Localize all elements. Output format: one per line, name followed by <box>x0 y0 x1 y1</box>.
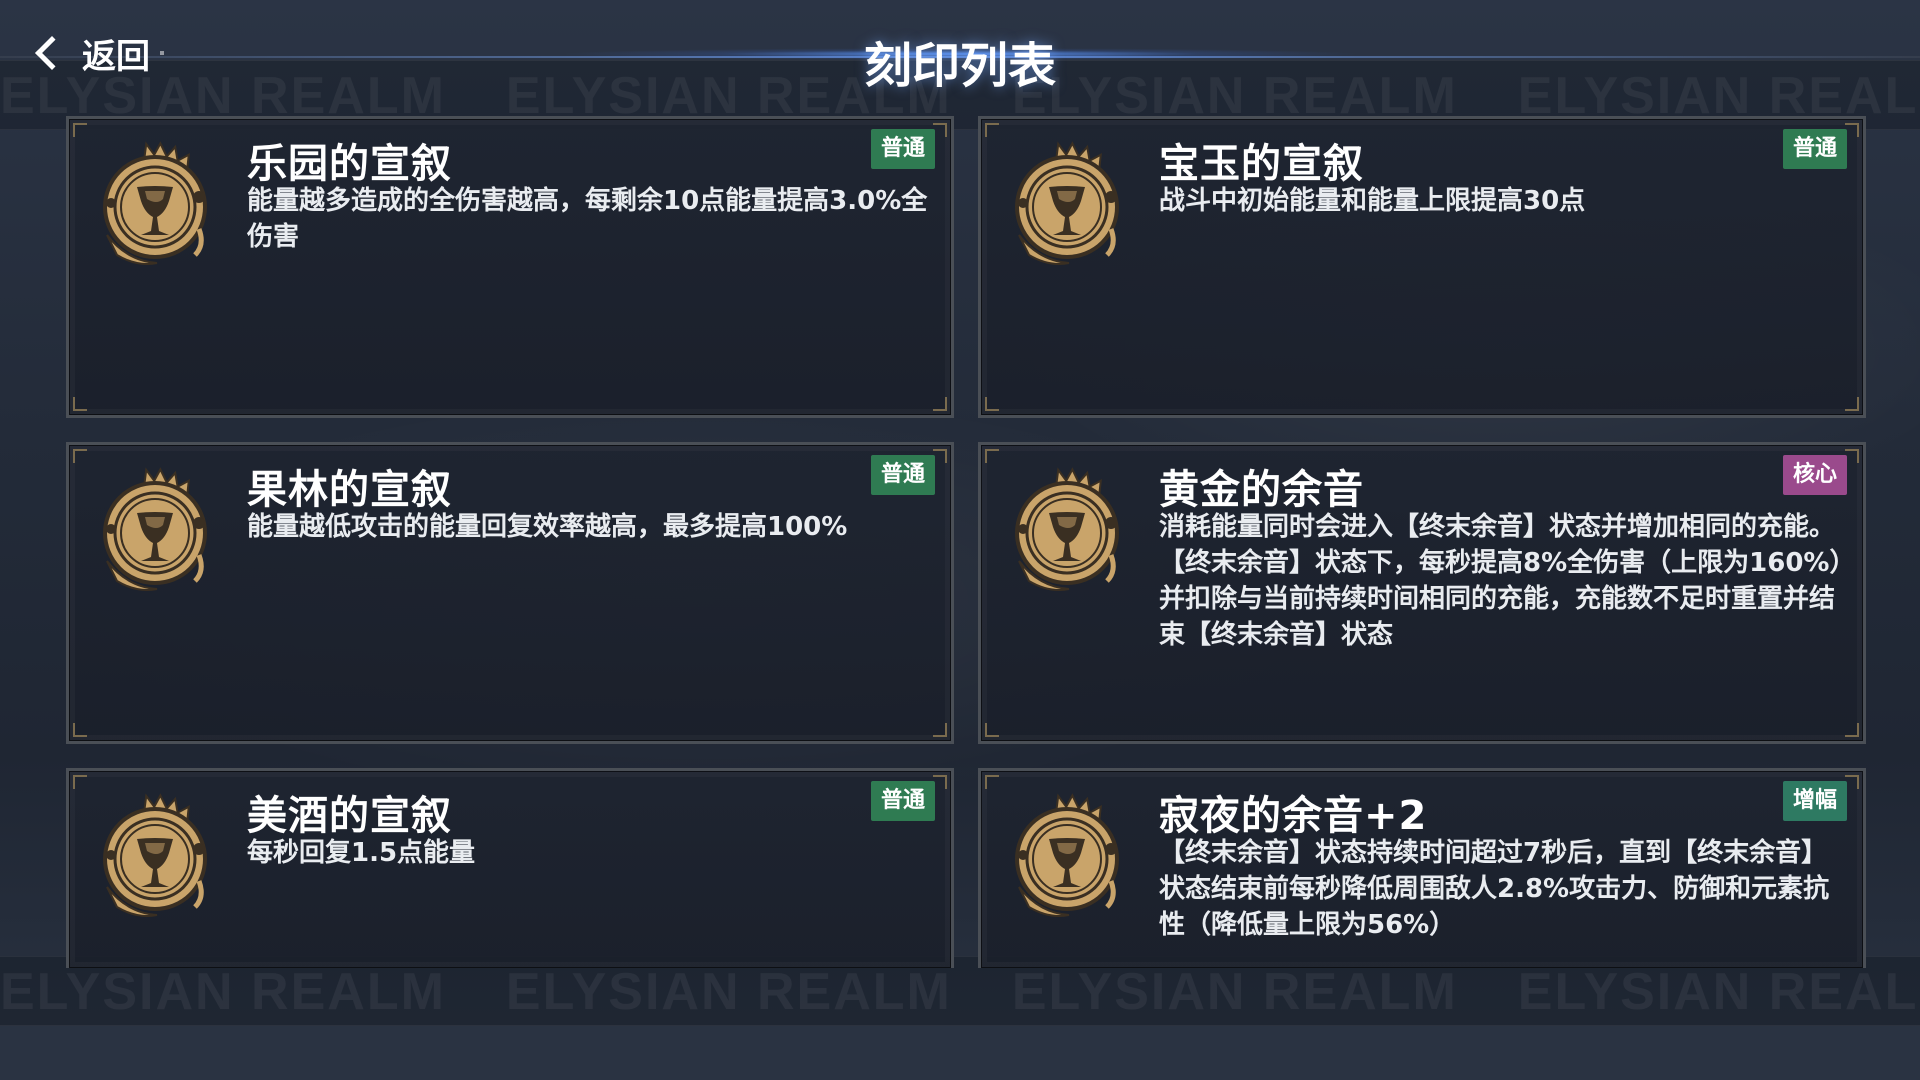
card-corner <box>933 397 947 411</box>
card-corner <box>1845 723 1859 737</box>
rarity-badge: 增幅 <box>1782 781 1847 821</box>
rarity-badge: 普通 <box>1782 129 1847 169</box>
stigma-description: 能量越多造成的全伤害越高，每剩余10点能量提高3.0%全伤害 <box>247 186 928 252</box>
stigma-description: 战斗中初始能量和能量上限提高30点 <box>1159 186 1586 216</box>
card-corner <box>985 723 999 737</box>
card-corner <box>1845 397 1859 411</box>
stigma-card[interactable]: 宝玉的宣叙 普通 战斗中初始能量和能量上限提高30点 <box>978 116 1866 418</box>
card-corner <box>933 123 947 137</box>
stigma-card[interactable]: 黄金的余音 核心 消耗能量同时会进入【终末余音】状态并增加相同的充能。【终末余音… <box>978 442 1866 744</box>
card-corner <box>985 449 999 463</box>
stigma-title: 黄金的余音 <box>1159 467 1364 513</box>
card-corner <box>933 449 947 463</box>
stigma-card[interactable]: 寂夜的余音+2 增幅 【终末余音】状态持续时间超过7秒后，直到【终末余音】状态结… <box>978 768 1866 968</box>
grail-emblem-icon <box>999 135 1139 275</box>
back-label: 返回 <box>82 36 150 77</box>
stigma-card[interactable]: 美酒的宣叙 普通 每秒回复1.5点能量 <box>66 768 954 968</box>
card-corner <box>73 123 87 137</box>
stigma-description: 每秒回复1.5点能量 <box>247 838 476 868</box>
card-corner <box>1845 775 1859 789</box>
card-corner <box>985 775 999 789</box>
rarity-badge: 普通 <box>870 129 935 169</box>
card-corner <box>933 775 947 789</box>
stigma-title: 乐园的宣叙 <box>247 141 452 187</box>
card-corner <box>933 723 947 737</box>
card-corner <box>73 723 87 737</box>
card-corner <box>73 449 87 463</box>
grail-emblem-icon <box>999 787 1139 927</box>
back-button[interactable]: 返回 <box>28 28 164 78</box>
stigma-description: 【终末余音】状态持续时间超过7秒后，直到【终末余音】状态结束前每秒降低周围敌人2… <box>1159 838 1830 940</box>
card-corner <box>73 775 87 789</box>
stigma-title: 寂夜的余音+2 <box>1159 793 1428 839</box>
card-corner <box>985 123 999 137</box>
stigma-title: 宝玉的宣叙 <box>1159 141 1364 187</box>
stigma-description: 消耗能量同时会进入【终末余音】状态并增加相同的充能。【终末余音】状态下，每秒提高… <box>1159 512 1843 650</box>
stigma-card[interactable]: 乐园的宣叙 普通 能量越多造成的全伤害越高，每剩余10点能量提高3.0%全伤害 <box>66 116 954 418</box>
header: 返回 刻印列表 <box>0 0 1920 110</box>
rarity-badge: 普通 <box>870 455 935 495</box>
stigma-list: 乐园的宣叙 普通 能量越多造成的全伤害越高，每剩余10点能量提高3.0%全伤害 … <box>66 116 1866 968</box>
rarity-badge: 核心 <box>1782 455 1847 495</box>
rarity-badge: 普通 <box>870 781 935 821</box>
card-corner <box>73 397 87 411</box>
card-corner <box>1845 123 1859 137</box>
stigma-title: 美酒的宣叙 <box>247 793 452 839</box>
page-title: 刻印列表 <box>863 38 1056 94</box>
grail-emblem-icon <box>87 461 227 601</box>
stigma-title: 果林的宣叙 <box>247 467 452 513</box>
card-corner <box>1845 449 1859 463</box>
grail-emblem-icon <box>87 787 227 927</box>
card-corner <box>985 397 999 411</box>
stigma-card[interactable]: 果林的宣叙 普通 能量越低攻击的能量回复效率越高，最多提高100% <box>66 442 954 744</box>
stigma-description: 能量越低攻击的能量回复效率越高，最多提高100% <box>247 512 848 542</box>
chevron-left-icon <box>35 36 69 70</box>
grail-emblem-icon <box>999 461 1139 601</box>
back-dot <box>160 51 164 55</box>
bottom-strip <box>0 1026 1920 1080</box>
grail-emblem-icon <box>87 135 227 275</box>
